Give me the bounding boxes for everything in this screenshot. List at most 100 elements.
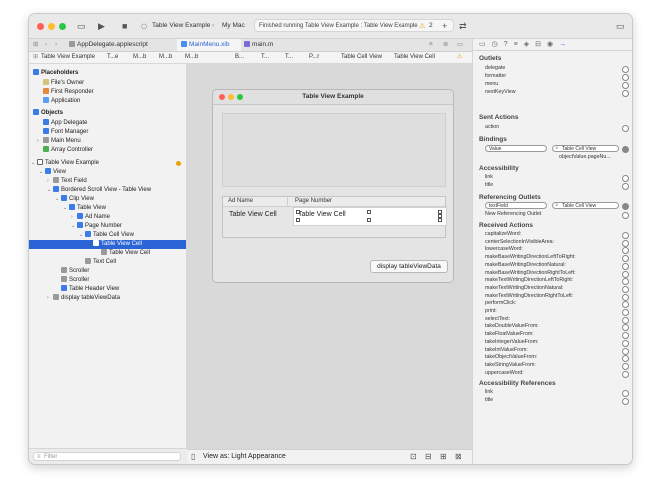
outline-item-window[interactable]: ⌄ Table View Example xyxy=(31,159,99,168)
attributes-icon[interactable]: ◈ xyxy=(524,41,535,48)
connection-circle[interactable] xyxy=(622,262,629,270)
align-icon[interactable]: ⊟ xyxy=(425,452,432,461)
remove-icon[interactable]: × xyxy=(555,146,559,153)
outline-item[interactable]: First Responder xyxy=(43,88,94,97)
jump-item[interactable]: T...e xyxy=(107,52,118,63)
jump-item[interactable]: B... xyxy=(235,52,244,63)
update-frames-icon[interactable]: ⊡ xyxy=(410,452,417,461)
outline-item[interactable]: Text Cell xyxy=(79,258,116,267)
connection-circle[interactable] xyxy=(622,370,629,378)
jump-item[interactable]: T... xyxy=(285,52,293,63)
connection-circle[interactable] xyxy=(622,247,629,255)
ref-outlet-target[interactable]: × Table Cell View xyxy=(552,202,619,209)
connection-circle[interactable] xyxy=(622,278,629,286)
file-icon[interactable]: ▭ xyxy=(479,41,492,48)
scheme-device[interactable]: My Mac xyxy=(222,22,245,29)
outline-item[interactable]: ⌄ Clip View xyxy=(55,195,94,204)
connection-circle[interactable] xyxy=(622,355,629,363)
outline-item[interactable]: ⌄ Table View xyxy=(63,204,106,213)
split-editor-icon[interactable]: ≡ xyxy=(429,39,433,51)
scheme-target[interactable]: Table View Example xyxy=(152,22,210,29)
connection-circle[interactable] xyxy=(622,212,629,219)
column-header-ad-name[interactable]: Ad Name xyxy=(228,198,253,204)
add-constraints-icon[interactable]: ⊞ xyxy=(440,452,447,461)
warning-icon[interactable]: ⚠ xyxy=(419,21,425,33)
connection-circle[interactable] xyxy=(622,255,629,263)
minimize-button[interactable] xyxy=(48,23,55,30)
jump-item[interactable]: Table View Example xyxy=(41,52,95,63)
connection-circle[interactable] xyxy=(622,90,629,97)
connection-circle[interactable] xyxy=(622,339,629,347)
connection-circle[interactable] xyxy=(622,293,629,301)
appearance-label[interactable]: View as: Light Appearance xyxy=(203,453,286,460)
outline-item[interactable]: Table View Cell xyxy=(95,249,150,258)
connection-circle[interactable] xyxy=(622,398,629,405)
inspector-toggle-icon[interactable]: ▭ xyxy=(616,20,625,32)
jump-item[interactable]: P...r xyxy=(309,52,319,63)
connection-circle[interactable] xyxy=(622,285,629,293)
text-field[interactable] xyxy=(222,113,446,187)
identity-icon[interactable]: ≡ xyxy=(514,41,524,48)
resize-handle[interactable] xyxy=(367,218,371,222)
connection-circle[interactable] xyxy=(622,82,629,89)
ref-outlet-key[interactable]: textField xyxy=(485,202,547,209)
stop-button-icon[interactable]: ■ xyxy=(122,20,127,32)
connection-circle[interactable] xyxy=(622,125,629,132)
size-icon[interactable]: ⊟ xyxy=(535,41,547,48)
resize-handle[interactable] xyxy=(367,210,371,214)
outline-item[interactable]: ⌄ View xyxy=(39,168,66,177)
tab-appdelegate[interactable]: AppDelegate.applescript xyxy=(69,39,177,51)
outline-item[interactable]: ⌄ Bordered Scroll View - Table View xyxy=(47,186,151,195)
outline-item[interactable]: Font Manager xyxy=(43,128,88,137)
connection-circle[interactable] xyxy=(622,239,629,247)
designed-window[interactable]: Table View Example Ad Name Page Number T… xyxy=(212,89,454,283)
remove-icon[interactable]: × xyxy=(555,203,559,210)
jump-item[interactable]: Table View Cell xyxy=(394,52,435,63)
close-button[interactable] xyxy=(37,23,44,30)
inspector-tabs[interactable]: ▭◷?≡◈⊟◉→ xyxy=(473,39,632,51)
resize-handle[interactable] xyxy=(296,218,300,222)
outline-item[interactable]: › Ad Name xyxy=(71,213,110,222)
bordered-scroll-view[interactable]: Ad Name Page Number Table View Cell Tabl… xyxy=(222,196,447,238)
resolve-issues-icon[interactable]: ⊠ xyxy=(455,452,462,461)
connection-circle[interactable] xyxy=(622,309,629,316)
history-icon[interactable]: ◷ xyxy=(492,41,504,48)
outline-item[interactable]: Scroller xyxy=(55,276,89,285)
connection-circle[interactable] xyxy=(622,362,629,370)
outline-item[interactable]: › Text Field xyxy=(47,177,87,186)
warning-dot-icon[interactable] xyxy=(176,161,181,166)
zoom-button[interactable] xyxy=(59,23,66,30)
swap-arrows-icon[interactable]: ⇄ xyxy=(459,20,467,32)
connection-circle[interactable] xyxy=(622,66,629,73)
run-button-icon[interactable]: ▶ xyxy=(98,20,105,32)
connection-circle[interactable] xyxy=(622,301,629,309)
connection-circle[interactable] xyxy=(622,74,629,81)
forward-icon[interactable]: › xyxy=(55,39,57,51)
jump-item[interactable]: M...b xyxy=(159,52,172,63)
table-cell-view[interactable]: Table View Cell xyxy=(293,207,447,226)
binding-target[interactable]: × Table Cell View xyxy=(552,145,619,152)
column-header-page-number[interactable]: Page Number xyxy=(295,198,332,204)
sidebar-toggle-icon[interactable]: ▭ xyxy=(77,20,86,32)
back-icon[interactable]: ‹ xyxy=(45,39,47,51)
outline-item[interactable]: App Delegate xyxy=(43,119,87,128)
outline-item[interactable]: ⌄ Table Cell View xyxy=(79,231,134,240)
jump-item[interactable]: T... xyxy=(261,52,269,63)
outline-item[interactable]: ⌄ Table View Cell xyxy=(29,240,186,249)
jump-item[interactable]: M...b xyxy=(185,52,198,63)
table-cell-ad-name[interactable]: Table View Cell xyxy=(229,211,277,218)
connection-circle[interactable] xyxy=(622,175,629,182)
outline-item[interactable]: Scroller xyxy=(55,267,89,276)
add-icon[interactable]: + xyxy=(442,20,447,32)
outline-item[interactable]: Table Header View xyxy=(55,285,119,294)
split-icon[interactable]: ▭ xyxy=(457,39,463,51)
connection-circle-filled[interactable] xyxy=(622,146,629,153)
jump-item[interactable]: Table Cell View xyxy=(341,52,382,63)
connection-circle[interactable] xyxy=(622,232,629,239)
connection-circle[interactable] xyxy=(622,183,629,190)
outline-item[interactable]: File's Owner xyxy=(43,79,84,88)
grid-icon[interactable]: ⊞ xyxy=(33,39,38,51)
connection-circle-filled[interactable] xyxy=(622,203,629,210)
jump-item[interactable]: M...b xyxy=(133,52,146,63)
outline-item[interactable]: › Main Menu xyxy=(37,137,81,146)
